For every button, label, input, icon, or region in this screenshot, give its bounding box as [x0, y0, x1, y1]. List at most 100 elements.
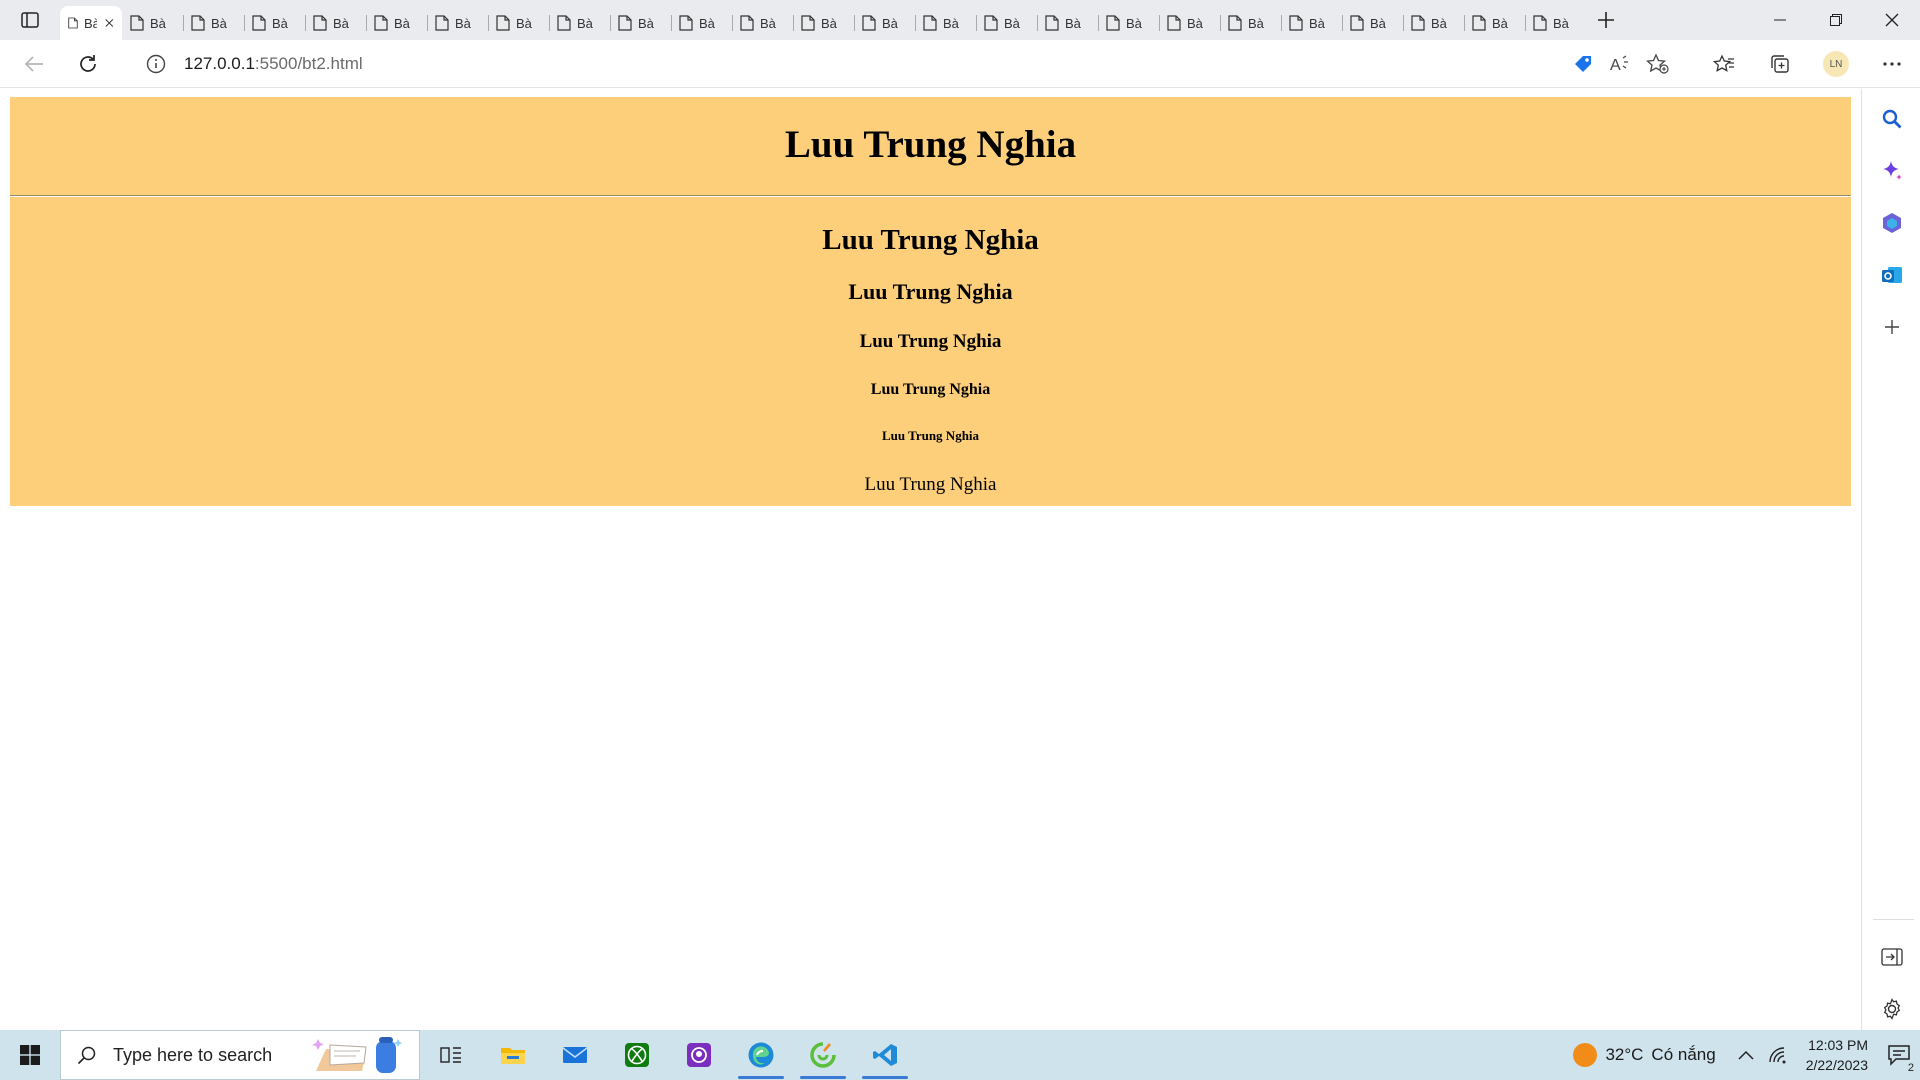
tab[interactable]: Bà — [1159, 6, 1220, 40]
tab-strip: Bài Bà Bà Bà Bà Bà Bà Bà Bà Bà Bà Bà Bà Bà Bà Bà Bà Bà Bà B… — [0, 0, 1920, 40]
tab[interactable]: Bà — [793, 6, 854, 40]
tab[interactable]: Bà — [671, 6, 732, 40]
edge-sidebar — [1863, 89, 1920, 1030]
tab[interactable]: Bà — [854, 6, 915, 40]
tab[interactable]: Bà — [1098, 6, 1159, 40]
photo-app-button[interactable] — [668, 1030, 730, 1080]
favorites-button[interactable] — [1696, 40, 1752, 88]
add-favorite-icon[interactable] — [1646, 53, 1670, 75]
heading-4: Luu Trung Nghia — [859, 331, 1002, 352]
paragraph: Luu Trung Nghia — [864, 474, 997, 495]
tab[interactable]: Bà — [1281, 6, 1342, 40]
tab[interactable]: Bà — [1403, 6, 1464, 40]
weather-temperature: 32°C — [1605, 1045, 1644, 1064]
tab[interactable]: Bà — [183, 6, 244, 40]
minimize-button[interactable] — [1752, 0, 1808, 40]
screen: Bài Bà Bà Bà Bà Bà Bà Bà Bà Bà Bà Bà Bà Bà Bà Bà Bà Bà Bà B… — [0, 0, 1920, 1080]
tab-label: Bà — [1248, 15, 1264, 31]
tab[interactable]: Bà — [915, 6, 976, 40]
page-icon — [1167, 15, 1181, 31]
folder-icon — [501, 1048, 525, 1064]
xbox-button[interactable] — [606, 1030, 668, 1080]
tab-label: Bà — [1065, 15, 1081, 31]
clock-date: 2/22/2023 — [1805, 1057, 1868, 1073]
restore-button[interactable] — [1808, 0, 1864, 40]
page-icon — [496, 15, 510, 31]
address-bar[interactable]: 127.0.0.1:5500/bt2.html A — [124, 46, 1680, 82]
tab[interactable]: Bà — [427, 6, 488, 40]
tab[interactable]: Bà — [488, 6, 549, 40]
tab[interactable]: Bà — [732, 6, 793, 40]
page-icon — [557, 15, 571, 31]
vscode-taskbar-button[interactable] — [854, 1030, 916, 1080]
back-button[interactable] — [12, 46, 56, 82]
clock[interactable]: 12:03 PM 2/22/2023 — [1806, 1035, 1868, 1075]
tab[interactable]: Bà — [976, 6, 1037, 40]
tab[interactable]: Bà — [549, 6, 610, 40]
tab[interactable]: Bà — [244, 6, 305, 40]
tab-label: Bà — [882, 15, 898, 31]
sidebar-add-button[interactable] — [1863, 301, 1920, 353]
page-icon — [679, 15, 693, 31]
tab[interactable]: Bà — [1525, 6, 1586, 40]
url-text[interactable]: 127.0.0.1:5500/bt2.html — [184, 54, 363, 74]
weather-widget[interactable]: 32°C Có nắng — [1573, 1043, 1716, 1067]
edge-taskbar-button[interactable] — [730, 1030, 792, 1080]
close-window-button[interactable] — [1864, 0, 1920, 40]
tab[interactable]: Bà — [1464, 6, 1525, 40]
tab-label: Bà — [1553, 15, 1569, 31]
shopping-tag-icon[interactable] — [1572, 53, 1594, 75]
tab-label: Bà — [394, 15, 410, 31]
notification-center-button[interactable]: 2 — [1878, 1030, 1920, 1080]
refresh-button[interactable] — [66, 46, 110, 82]
settings-more-button[interactable] — [1864, 40, 1920, 88]
tab-actions-button[interactable] — [0, 0, 60, 40]
tab[interactable]: Bà — [610, 6, 671, 40]
file-explorer-button[interactable] — [482, 1030, 544, 1080]
page-icon — [1472, 15, 1486, 31]
read-aloud-icon[interactable]: A — [1608, 53, 1632, 75]
more-icon — [1883, 62, 1901, 66]
start-button[interactable] — [0, 1030, 60, 1080]
close-tab-icon[interactable] — [105, 17, 114, 29]
taskbar-search-box[interactable]: Type here to search — [60, 1030, 420, 1080]
page-icon — [191, 15, 205, 31]
tab[interactable]: Bà — [1220, 6, 1281, 40]
chevron-up-icon[interactable] — [1738, 1050, 1754, 1060]
tab-label: Bà — [1431, 15, 1447, 31]
wifi-icon[interactable] — [1768, 1046, 1788, 1064]
tab[interactable]: Bà — [122, 6, 183, 40]
mail-button[interactable] — [544, 1030, 606, 1080]
page-icon — [801, 15, 815, 31]
page-body: Luu Trung Nghia Luu Trung Nghia Luu Trun… — [0, 89, 1861, 506]
page-icon — [862, 15, 876, 31]
sidebar-search-button[interactable] — [1863, 93, 1920, 145]
sidebar-outlook-button[interactable] — [1863, 249, 1920, 301]
tab-label: Bà — [333, 15, 349, 31]
tab-label: Bà — [760, 15, 776, 31]
sidebar-office-button[interactable] — [1863, 197, 1920, 249]
tab-active[interactable]: Bài — [60, 6, 122, 40]
sidebar-settings-button[interactable] — [1863, 983, 1920, 1035]
tab[interactable]: Bà — [1037, 6, 1098, 40]
page-icon — [313, 15, 327, 31]
profile-button[interactable]: LN — [1808, 40, 1864, 88]
vscode-icon — [873, 1044, 897, 1066]
tab[interactable]: Bà — [1342, 6, 1403, 40]
site-info-icon[interactable] — [146, 54, 166, 74]
notification-count: 2 — [1905, 1062, 1916, 1074]
hide-sidebar-button[interactable] — [1863, 931, 1920, 983]
tab-label: Bà — [150, 15, 166, 31]
task-view-button[interactable] — [420, 1030, 482, 1080]
new-tab-button[interactable] — [1586, 0, 1626, 40]
tab[interactable]: Bà — [366, 6, 427, 40]
sidebar-divider — [1873, 919, 1914, 920]
avatar: LN — [1823, 51, 1849, 77]
app-taskbar-button[interactable] — [792, 1030, 854, 1080]
tab-label: Bà — [821, 15, 837, 31]
sidebar-copilot-button[interactable] — [1863, 145, 1920, 197]
clock-time: 12:03 PM — [1808, 1037, 1868, 1053]
collections-button[interactable] — [1752, 40, 1808, 88]
tab[interactable]: Bà — [305, 6, 366, 40]
tab-label: Bà — [1309, 15, 1325, 31]
